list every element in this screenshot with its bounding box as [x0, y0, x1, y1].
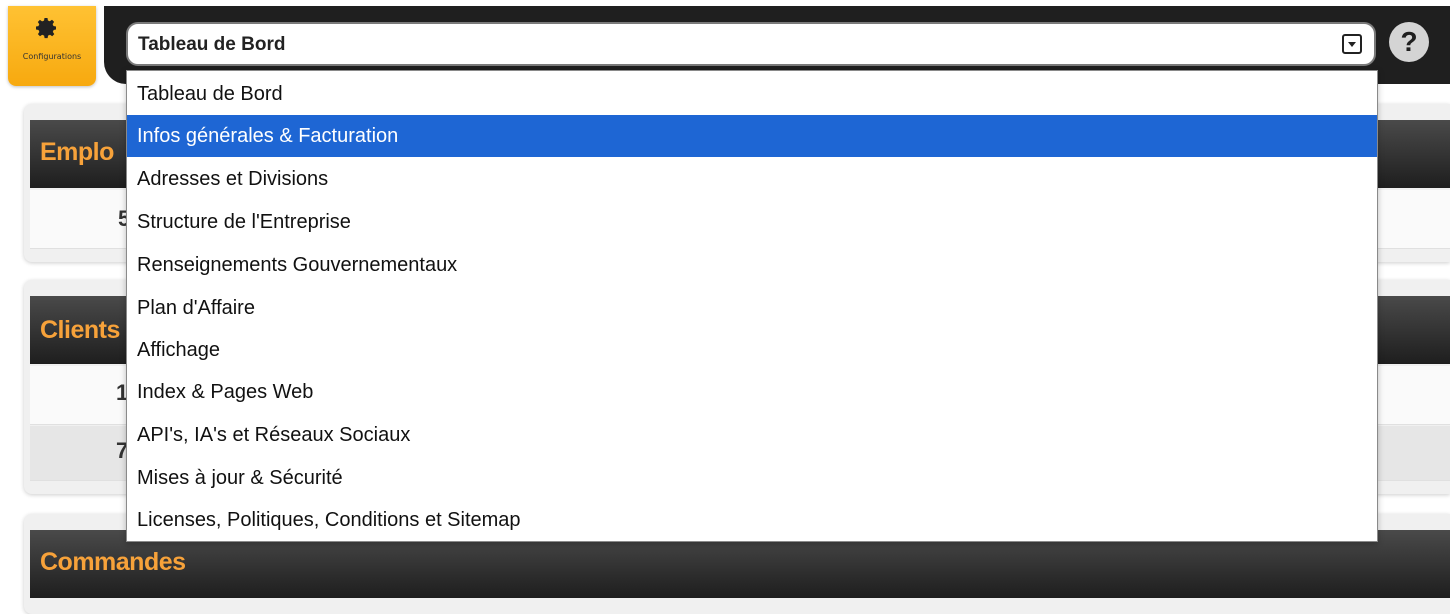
option-renseignements-gouvernementaux[interactable]: Renseignements Gouvernementaux — [127, 244, 1377, 286]
clients-card-title: Clients — [40, 316, 120, 344]
option-tableau-de-bord[interactable]: Tableau de Bord — [127, 73, 1377, 115]
configurations-label: Configurations — [22, 52, 82, 61]
option-structure-entreprise[interactable]: Structure de l'Entreprise — [127, 201, 1377, 243]
select-current-value: Tableau de Bord — [138, 34, 286, 55]
configurations-button[interactable]: Configurations — [8, 6, 96, 86]
option-infos-generales-facturation[interactable]: Infos générales & Facturation — [127, 115, 1377, 157]
option-mises-a-jour-securite[interactable]: Mises à jour & Sécurité — [127, 457, 1377, 499]
employees-card-title: Emplo — [40, 138, 114, 166]
gear-icon — [36, 18, 56, 39]
page-select[interactable]: Tableau de Bord — [126, 22, 1376, 66]
option-adresses-divisions[interactable]: Adresses et Divisions — [127, 158, 1377, 200]
page-select-dropdown: Tableau de Bord Infos générales & Factur… — [126, 70, 1378, 542]
orders-card-title: Commandes — [40, 548, 186, 576]
option-affichage[interactable]: Affichage — [127, 329, 1377, 371]
option-plan-affaire[interactable]: Plan d'Affaire — [127, 287, 1377, 329]
option-index-pages-web[interactable]: Index & Pages Web — [127, 371, 1377, 413]
chevron-down-icon[interactable] — [1342, 34, 1362, 54]
option-apis-ias-reseaux-sociaux[interactable]: API's, IA's et Réseaux Sociaux — [127, 414, 1377, 456]
help-button[interactable]: ? — [1389, 22, 1429, 62]
option-licenses-politiques-sitemap[interactable]: Licenses, Politiques, Conditions et Site… — [127, 499, 1377, 541]
